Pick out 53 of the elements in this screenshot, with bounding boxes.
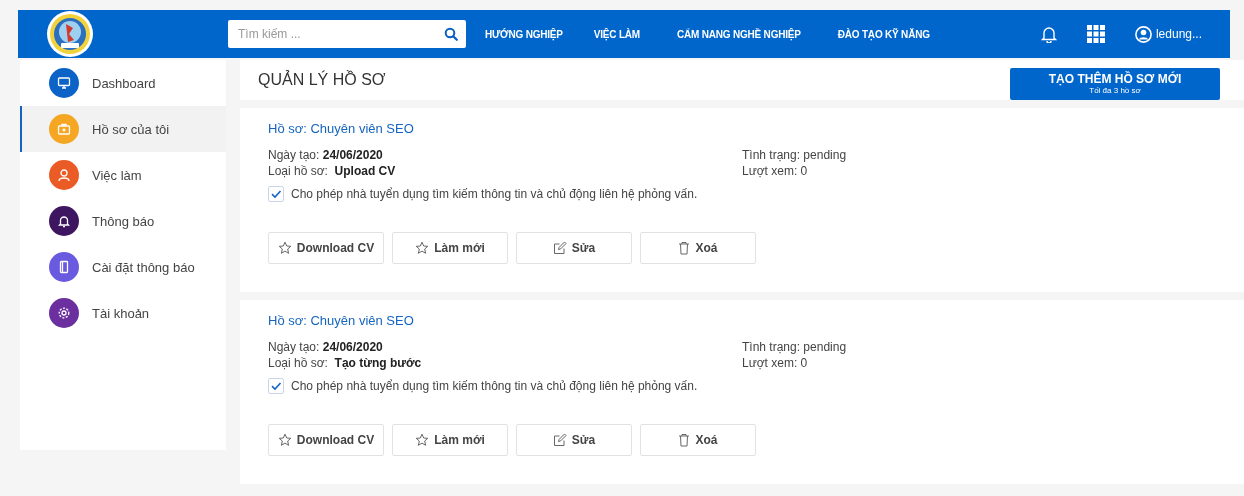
nav-link[interactable]: VIỆC LÀM — [575, 28, 653, 40]
edit-icon — [552, 241, 567, 255]
star-icon — [277, 241, 292, 255]
created-date: 24/06/2020 — [322, 340, 383, 354]
views-text: Lượt xem: 0 — [742, 355, 809, 371]
search-field[interactable]: Tìm kiếm ... — [228, 20, 466, 48]
action-button[interactable]: Làm mới — [392, 232, 508, 264]
status-text: Tình trạng: pending — [742, 339, 848, 355]
action-button[interactable]: Xoá — [640, 232, 756, 264]
action-button[interactable]: Sửa — [516, 232, 632, 264]
star-icon — [277, 433, 292, 447]
action-button[interactable]: Download CV — [268, 232, 384, 264]
action-button[interactable]: Sửa — [516, 424, 632, 456]
trash-icon — [678, 241, 691, 255]
profile-title[interactable]: Hồ sơ: Chuyên viên SEO — [268, 313, 414, 328]
star-icon — [415, 241, 430, 255]
profile-type: Upload CV — [334, 164, 396, 178]
apps-grid-icon[interactable] — [1086, 25, 1105, 43]
checkbox[interactable] — [268, 378, 284, 394]
profile-type: Tạo từng bước — [334, 356, 422, 370]
avatar-icon — [1134, 25, 1152, 43]
created-label: Ngày tạo: — [268, 148, 320, 162]
action-button[interactable]: Xoá — [640, 424, 756, 456]
page-title: QUẢN LÝ HỒ SƠ — [258, 71, 386, 89]
checkbox[interactable] — [268, 186, 284, 202]
sidebar-item[interactable]: Hồ sơ của tôi — [20, 106, 226, 152]
sidebar-item[interactable]: Cài đặt thông báo — [20, 244, 226, 290]
action-button[interactable]: Làm mới — [392, 424, 508, 456]
type-label: Loại hồ sơ: — [268, 164, 328, 178]
sidebar-item[interactable]: Thông báo — [20, 198, 226, 244]
edit-icon — [552, 433, 567, 447]
action-button[interactable]: Download CV — [268, 424, 384, 456]
sidebar-item[interactable]: Tài khoản — [20, 290, 226, 336]
nav-link[interactable]: HƯỚNG NGHIỆP — [472, 28, 576, 40]
status-text: Tình trạng: pending — [742, 147, 848, 163]
views-text: Lượt xem: 0 — [742, 163, 809, 179]
sidebar-item[interactable]: Dashboard — [20, 60, 226, 106]
profile-title[interactable]: Hồ sơ: Chuyên viên SEO — [268, 121, 414, 136]
created-date: 24/06/2020 — [322, 148, 383, 162]
user-menu[interactable]: ledung... — [1134, 25, 1202, 43]
search-icon[interactable] — [444, 27, 458, 41]
consent-label: Cho phép nhà tuyển dụng tìm kiếm thông tin và chủ động liên hệ phỏng vấn. — [291, 379, 698, 393]
create-profile-button[interactable]: TẠO THÊM HỒ SƠ MỚI Tối đa 3 hồ sơ — [1010, 68, 1220, 100]
nav-link[interactable]: ĐÀO TẠO KỸ NĂNG — [813, 28, 943, 40]
type-label: Loại hồ sơ: — [268, 356, 328, 370]
logo-drawing[interactable] — [46, 10, 94, 58]
star-icon — [415, 433, 430, 447]
consent-label: Cho phép nhà tuyển dụng tìm kiếm thông tin và chủ động liên hệ phỏng vấn. — [291, 187, 698, 201]
sidebar-item[interactable]: Việc làm — [20, 152, 226, 198]
bell-icon[interactable] — [1040, 25, 1057, 43]
nav-link[interactable]: CẨM NANG NGHỀ NGHIỆP — [652, 28, 814, 40]
created-label: Ngày tạo: — [268, 340, 320, 354]
trash-icon — [678, 433, 691, 447]
